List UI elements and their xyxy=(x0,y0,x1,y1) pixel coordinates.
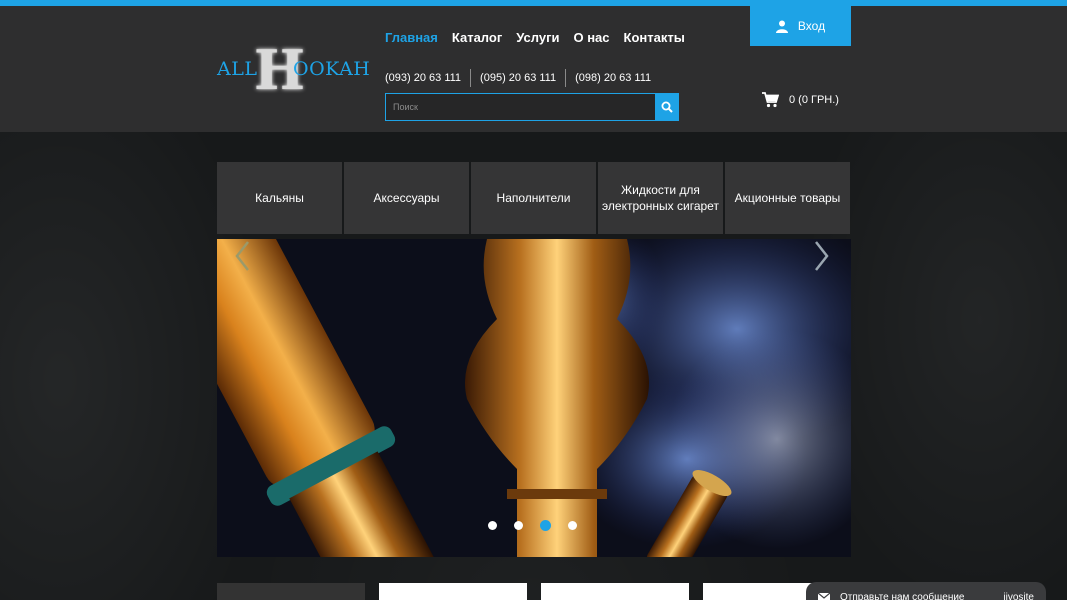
nav-item-catalog[interactable]: Каталог xyxy=(452,30,502,45)
chat-brand: jivosite xyxy=(1003,591,1034,600)
nav-item-contacts[interactable]: Контакты xyxy=(624,30,685,45)
cart-link[interactable]: 0 (0 ГРН.) xyxy=(762,92,839,108)
slide-image-hookah xyxy=(217,239,851,557)
phone-number: (098) 20 63 111 xyxy=(565,69,660,87)
cart-total: 0 (0 ГРН.) xyxy=(789,94,839,106)
slider-dot[interactable] xyxy=(488,521,497,530)
category-fillers[interactable]: Наполнители xyxy=(471,162,596,234)
category-e-liquids[interactable]: Жидкости для электронных сигарет xyxy=(598,162,723,234)
search-bar xyxy=(385,93,679,121)
product-tile[interactable] xyxy=(541,583,689,600)
nav-item-services[interactable]: Услуги xyxy=(516,30,559,45)
product-tile[interactable] xyxy=(217,583,365,600)
slider-prev-icon[interactable] xyxy=(233,239,253,273)
site-logo[interactable]: ALL H OOKAH xyxy=(217,40,371,102)
phone-number: (093) 20 63 111 xyxy=(385,72,462,84)
slider-next-icon[interactable] xyxy=(811,239,831,273)
cart-icon xyxy=(762,92,779,108)
phone-list: (093) 20 63 111 (095) 20 63 111 (098) 20… xyxy=(385,69,660,87)
product-tiles xyxy=(217,583,851,600)
chat-label: Отправьте нам сообщение xyxy=(840,591,965,600)
slider-pagination xyxy=(488,520,577,531)
main-nav: Главная Каталог Услуги О нас Контакты xyxy=(385,30,685,45)
site-header: ALL H OOKAH Главная Каталог Услуги О нас… xyxy=(0,6,1067,132)
user-icon xyxy=(775,20,788,33)
slider-dot[interactable] xyxy=(568,521,577,530)
category-hookahs[interactable]: Кальяны xyxy=(217,162,342,234)
logo-text-ookah: OOKAH xyxy=(293,58,371,80)
login-label: Вход xyxy=(797,19,826,33)
nav-item-about[interactable]: О нас xyxy=(573,30,609,45)
search-icon xyxy=(661,101,673,113)
chat-widget[interactable]: Отправьте нам сообщение jivosite xyxy=(806,582,1046,600)
phone-number: (095) 20 63 111 xyxy=(470,69,565,87)
hero-slider[interactable] xyxy=(217,239,851,557)
slider-dot[interactable] xyxy=(514,521,523,530)
nav-item-home[interactable]: Главная xyxy=(385,30,438,45)
login-button[interactable]: Вход xyxy=(750,6,851,46)
category-promo[interactable]: Акционные товары xyxy=(725,162,850,234)
search-input[interactable] xyxy=(386,94,655,120)
category-accessories[interactable]: Аксессуары xyxy=(344,162,469,234)
product-tile[interactable] xyxy=(379,583,527,600)
logo-text-all: ALL xyxy=(217,58,258,80)
envelope-icon xyxy=(818,592,830,600)
search-button[interactable] xyxy=(655,94,678,120)
slider-dot-active[interactable] xyxy=(540,520,551,531)
category-menu: Кальяны Аксессуары Наполнители Жидкости … xyxy=(217,162,850,234)
